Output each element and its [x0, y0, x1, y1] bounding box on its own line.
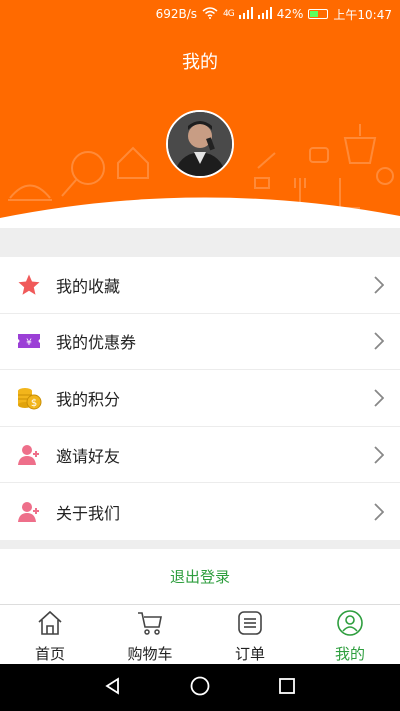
tab-label: 我的	[334, 645, 365, 663]
menu-item-coupons[interactable]: ¥ 我的优惠券	[0, 314, 400, 371]
menu-item-label: 我的积分	[56, 389, 121, 409]
logout-button[interactable]: 退出登录	[0, 549, 400, 604]
chevron-right-icon	[374, 332, 385, 354]
network-speed: 692B/s	[155, 7, 198, 21]
add-user-icon	[16, 442, 42, 468]
wifi-icon	[202, 6, 218, 22]
menu-item-favorites[interactable]: 我的收藏	[0, 257, 400, 314]
menu-item-label: 我的优惠券	[56, 333, 137, 353]
menu-item-about[interactable]: 关于我们	[0, 483, 400, 540]
tab-cart[interactable]: 购物车	[100, 605, 200, 664]
tab-label: 首页	[34, 645, 65, 663]
add-user-icon	[16, 499, 42, 525]
tab-orders[interactable]: 订单	[200, 605, 300, 664]
status-bar: 692B/s 4G 42% 上午10:47	[0, 0, 400, 28]
profile-menu: 我的收藏 ¥ 我的优惠券 $ 我的积分 邀请好友 关于我们	[0, 257, 400, 540]
chevron-right-icon	[374, 503, 385, 525]
tab-label: 订单	[234, 645, 265, 663]
user-nickname: 兔子先生实力买家	[135, 200, 264, 219]
battery-percent: 42%	[276, 7, 304, 21]
system-nav-bar	[0, 664, 400, 711]
coins-icon: $	[16, 385, 42, 411]
signal-icon	[238, 6, 253, 22]
profile-header: 我的 兔子先生实力买家	[0, 28, 400, 228]
network-type: 4G	[223, 9, 235, 19]
order-list-icon	[236, 609, 264, 641]
avatar[interactable]	[166, 110, 234, 178]
signal-icon-2	[257, 6, 272, 22]
tab-profile[interactable]: 我的	[300, 605, 400, 664]
tab-home[interactable]: 首页	[0, 605, 100, 664]
avatar-image	[168, 112, 232, 176]
menu-item-label: 我的收藏	[56, 276, 121, 296]
coupon-icon: ¥	[16, 328, 42, 354]
home-icon	[36, 609, 64, 641]
home-circle-icon[interactable]	[189, 675, 211, 701]
svg-text:¥: ¥	[26, 338, 32, 348]
bottom-tab-bar: 首页 购物车 订单 我的	[0, 604, 400, 664]
clock: 上午10:47	[333, 7, 392, 22]
menu-item-invite[interactable]: 邀请好友	[0, 427, 400, 484]
menu-item-points[interactable]: $ 我的积分	[0, 370, 400, 427]
page-title: 我的	[182, 52, 218, 73]
chevron-right-icon	[374, 389, 385, 411]
chevron-right-icon	[374, 445, 385, 468]
svg-text:$: $	[31, 398, 37, 409]
profile-icon	[336, 609, 364, 641]
cart-icon	[136, 609, 164, 641]
back-icon[interactable]	[103, 676, 123, 700]
battery-icon	[308, 9, 329, 19]
star-icon	[16, 272, 42, 298]
recents-icon[interactable]	[277, 676, 297, 700]
menu-item-label: 邀请好友	[56, 446, 121, 466]
chevron-right-icon	[374, 276, 385, 298]
menu-item-label: 关于我们	[56, 503, 121, 523]
tab-label: 购物车	[127, 645, 173, 663]
